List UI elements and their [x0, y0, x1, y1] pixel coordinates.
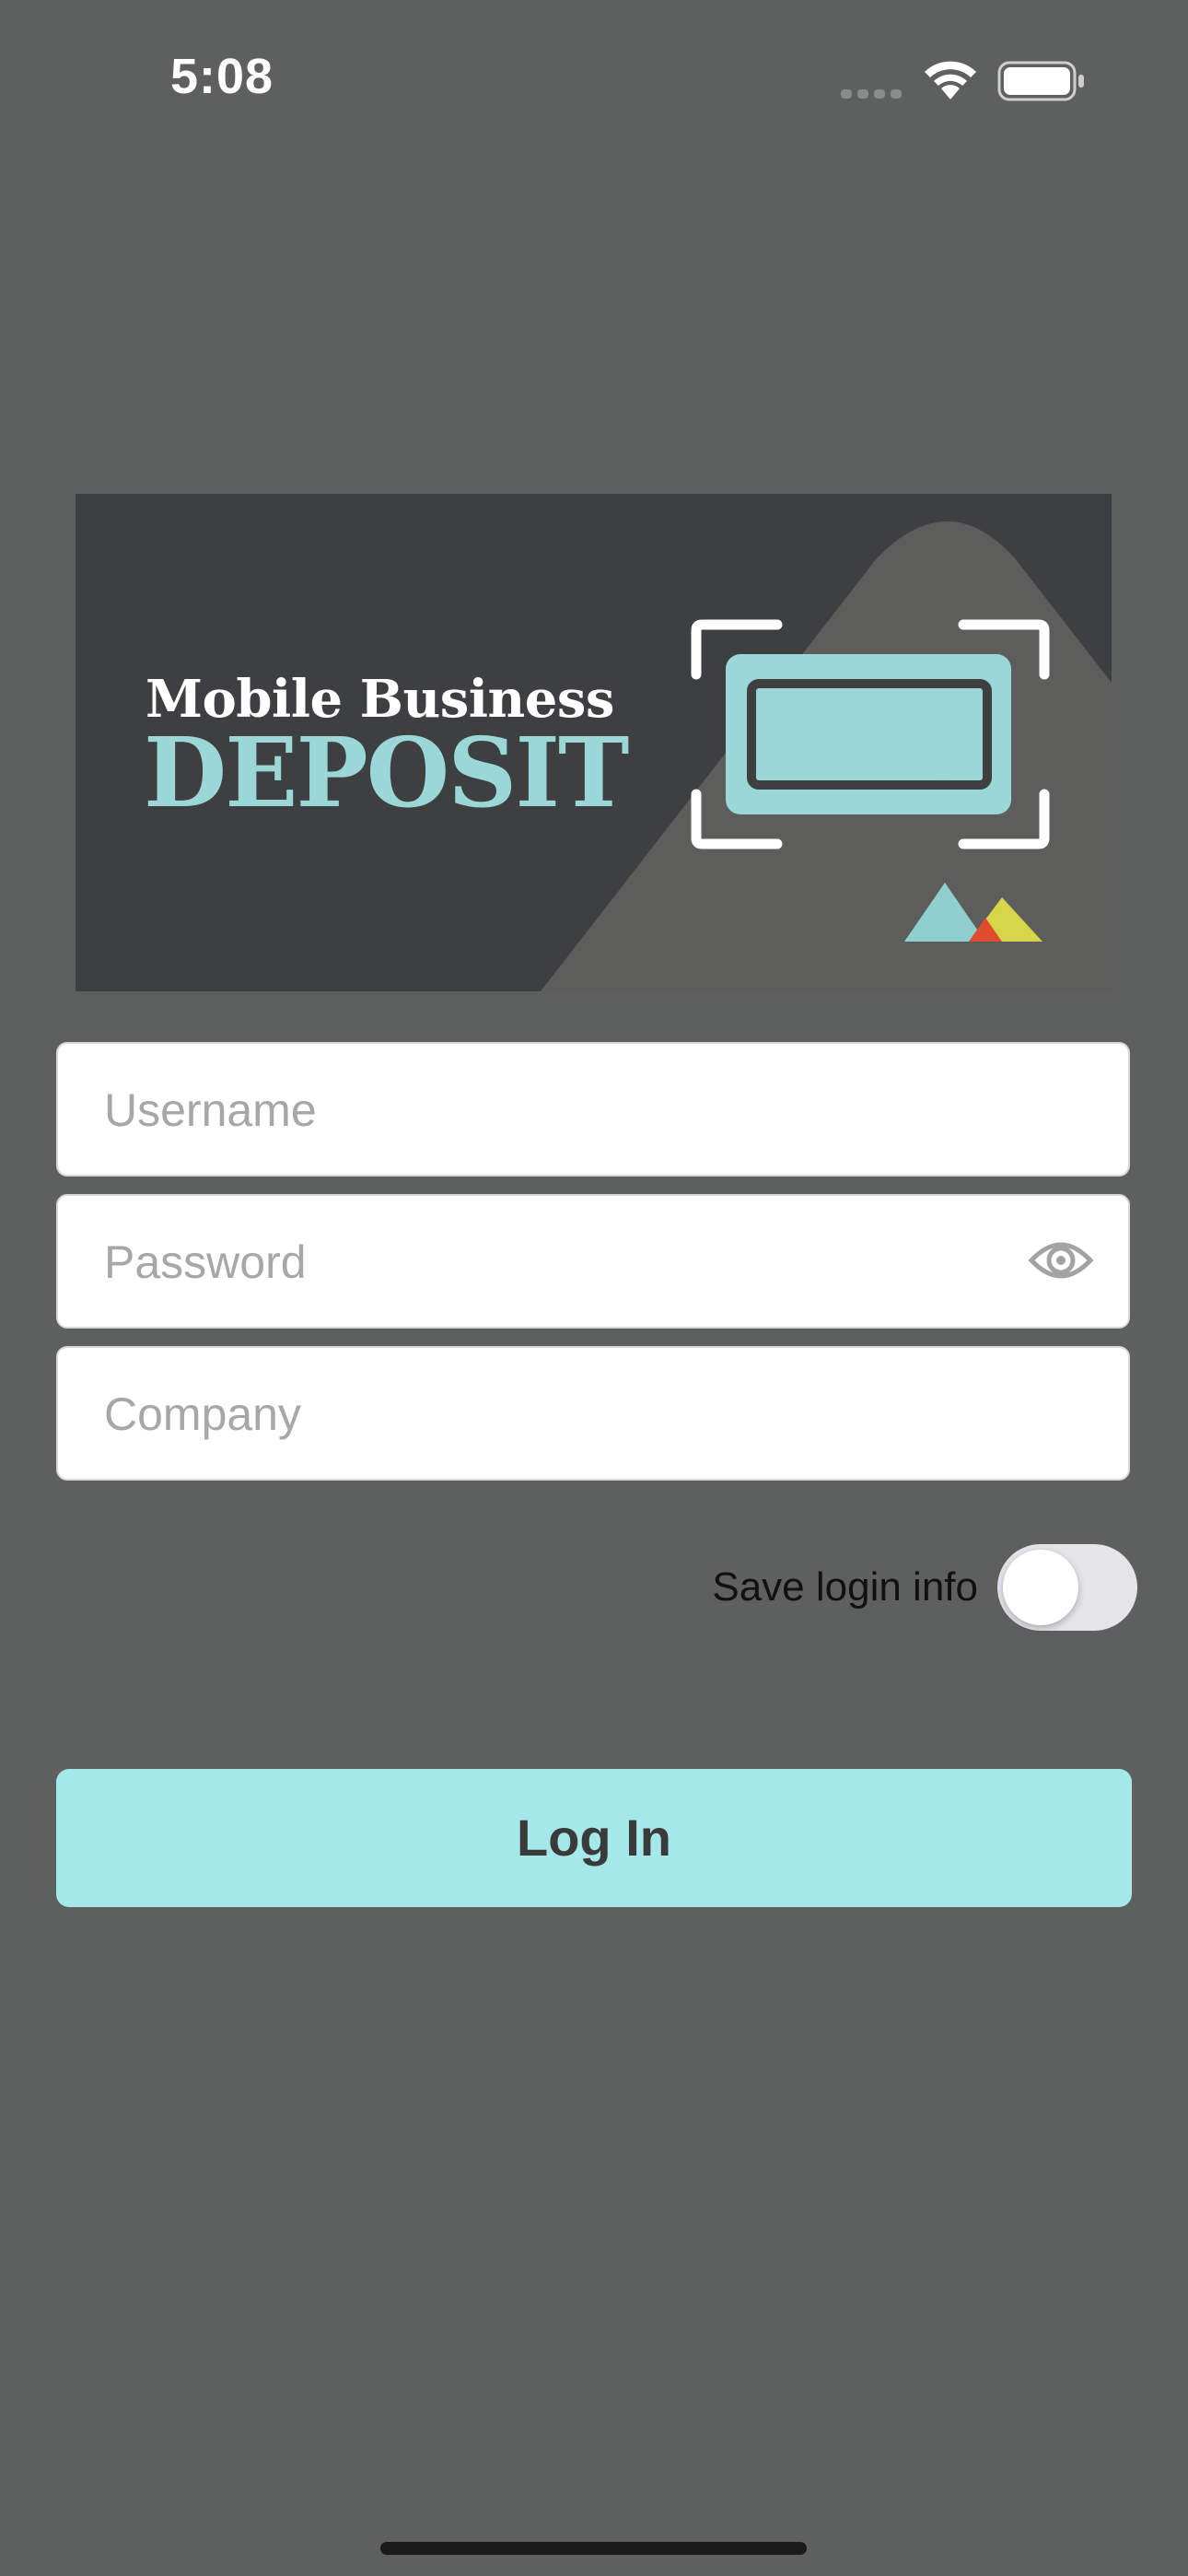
- password-field[interactable]: [56, 1194, 1130, 1329]
- wifi-icon: [925, 61, 976, 100]
- save-login-toggle[interactable]: [997, 1544, 1137, 1631]
- battery-icon: [997, 61, 1084, 101]
- toggle-knob: [1003, 1550, 1078, 1625]
- check-scan-icon: $: [691, 619, 1050, 849]
- status-bar: 5:08: [0, 0, 1188, 157]
- mountain-logo-icon: [904, 883, 1042, 942]
- signal-icon: [841, 87, 907, 103]
- login-button[interactable]: Log In: [56, 1769, 1132, 1907]
- banner-title-line2: DEPOSIT: [144, 716, 629, 829]
- svg-text:$: $: [917, 698, 969, 784]
- company-field[interactable]: [56, 1346, 1130, 1481]
- app-banner: Mobile Business DEPOSIT $: [76, 494, 1112, 991]
- eye-icon[interactable]: [1029, 1236, 1093, 1284]
- save-login-label: Save login info: [712, 1564, 978, 1610]
- username-input[interactable]: [102, 1044, 1027, 1177]
- password-input[interactable]: [102, 1196, 1027, 1329]
- home-indicator[interactable]: [380, 2542, 807, 2555]
- username-field[interactable]: [56, 1042, 1130, 1177]
- company-input[interactable]: [102, 1348, 1027, 1481]
- status-time: 5:08: [170, 49, 274, 104]
